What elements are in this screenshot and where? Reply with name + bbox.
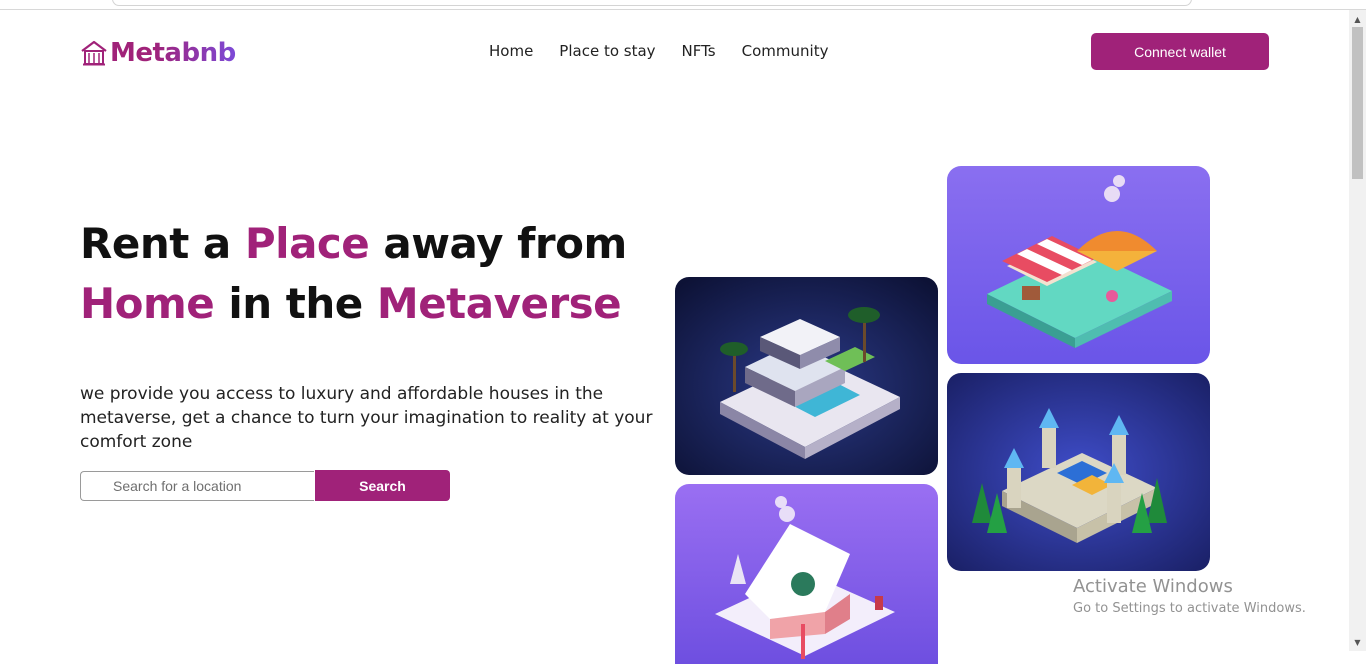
search-input[interactable]	[80, 471, 314, 501]
nav-nfts[interactable]: NFTs	[682, 42, 716, 60]
nav-community[interactable]: Community	[742, 42, 829, 60]
main-nav: Home Place to stay NFTs Community	[489, 42, 828, 60]
scroll-down-arrow-icon[interactable]: ▼	[1349, 637, 1366, 649]
hero-title-text: Rent a	[80, 219, 245, 268]
hero-description: we provide you access to luxury and affo…	[80, 384, 653, 452]
hero-title-accent: Metaverse	[376, 279, 622, 328]
hero-title-text: in the	[214, 279, 377, 328]
watermark-subtitle: Go to Settings to activate Windows.	[1073, 601, 1306, 616]
villa-image[interactable]	[675, 277, 938, 475]
brand-logo[interactable]: Metabnb	[80, 36, 236, 70]
address-bar[interactable]	[112, 0, 1192, 6]
scroll-thumb[interactable]	[1352, 27, 1363, 179]
connect-wallet-button[interactable]: Connect wallet	[1091, 33, 1269, 70]
browser-top-edge	[0, 0, 1366, 10]
watermark-title: Activate Windows	[1073, 576, 1233, 597]
search-button[interactable]: Search	[315, 470, 450, 501]
hero-title-accent: Place	[244, 219, 370, 268]
hero-title: Rent a Place away from Home in the Metav…	[80, 214, 627, 334]
castle-image[interactable]	[947, 373, 1210, 571]
page-scrollbar[interactable]: ▲ ▼	[1349, 10, 1366, 651]
nav-home[interactable]: Home	[489, 42, 533, 60]
market-image[interactable]	[947, 166, 1210, 364]
winter-house-image[interactable]	[675, 484, 938, 664]
hero-title-text: away from	[369, 219, 627, 268]
hero-title-accent: Home	[80, 279, 215, 328]
nav-place-to-stay[interactable]: Place to stay	[559, 42, 655, 60]
brand-name: Metabnb	[110, 38, 236, 68]
activate-windows-watermark: Activate Windows Go to Settings to activ…	[1073, 575, 1306, 619]
house-icon	[81, 40, 107, 66]
scroll-up-arrow-icon[interactable]: ▲	[1349, 14, 1366, 26]
